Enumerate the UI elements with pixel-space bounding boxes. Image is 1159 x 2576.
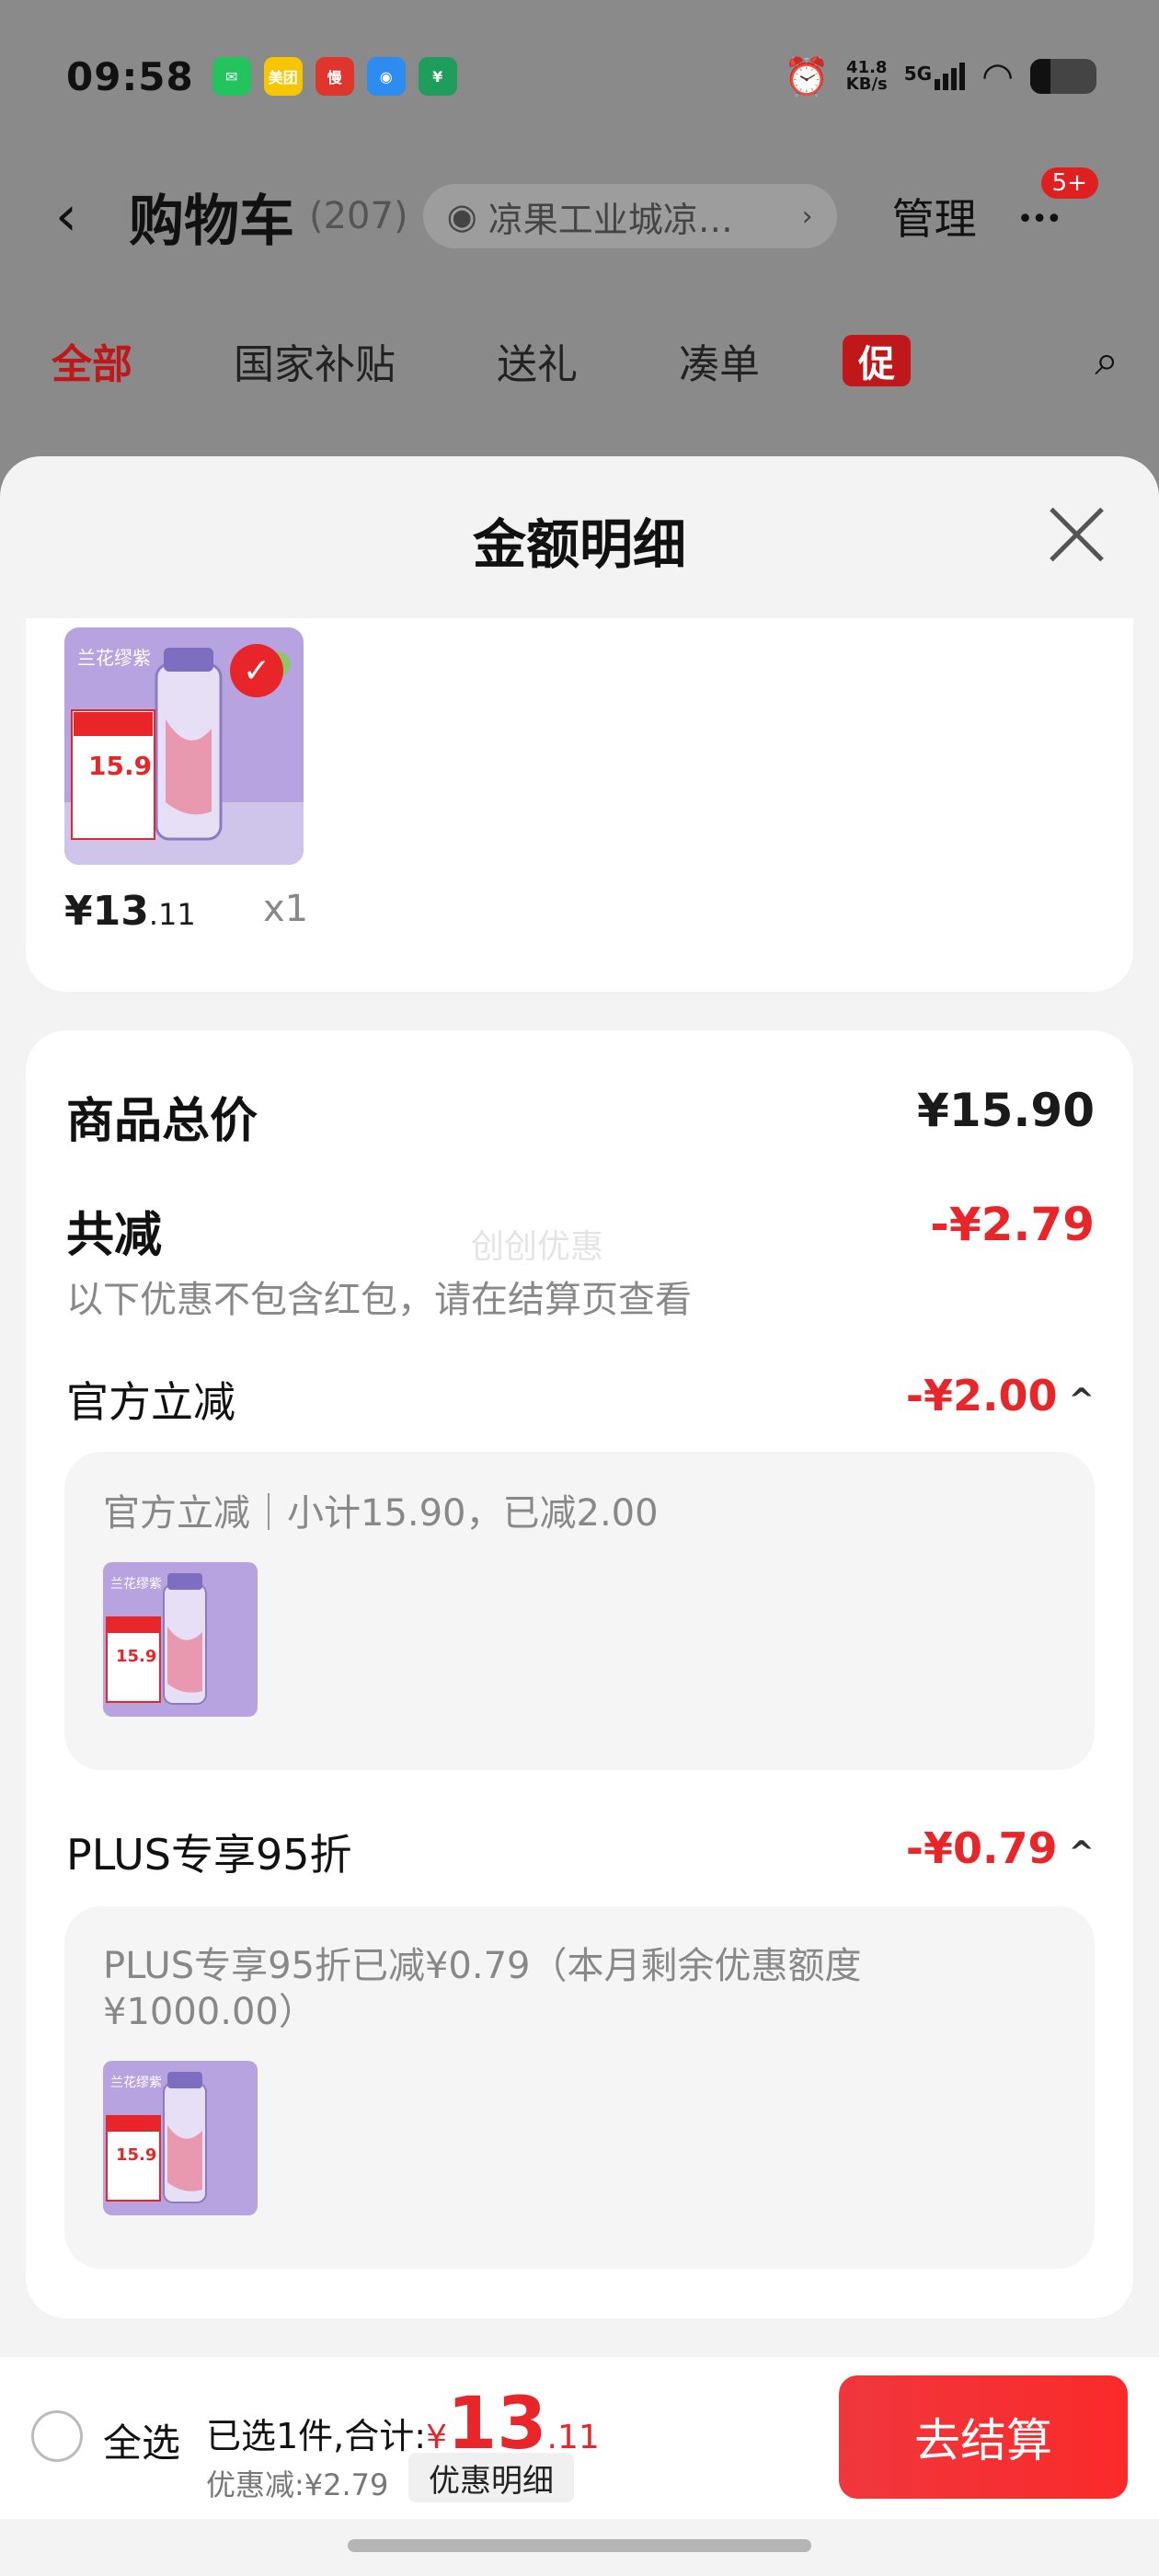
chevron-right-icon: › <box>801 200 813 233</box>
checkout-button[interactable]: 去结算 <box>839 2375 1128 2499</box>
discount-summary: 优惠减:¥2.79 <box>206 2467 389 2502</box>
close-icon[interactable] <box>1047 504 1107 565</box>
plus-discount-label: PLUS专享95折 <box>66 1830 352 1880</box>
plus-discount-product-thumb: 15.9 兰花缪紫 <box>103 2061 258 2215</box>
cart-header: ‹ 购物车 (207) ◉ 凉果工业城凉… › 管理 ••• 5+ <box>55 167 1104 258</box>
svg-text:兰花缪紫: 兰花缪紫 <box>110 1577 162 1592</box>
plus-discount-detail: PLUS专享95折已减¥0.79（本月剩余优惠额度 ¥1000.00） <box>103 1945 862 2033</box>
product-price: ¥13.11 <box>64 888 196 935</box>
wifi-icon: ◠ <box>981 55 1014 98</box>
wechat-icon: ✉ <box>212 57 251 96</box>
system-indicators: ⏰ 41.8 KB/s 5G ◠ <box>784 55 1096 98</box>
location-text: 凉果工业城凉… <box>488 199 733 240</box>
total-price-value: ¥15.90 <box>917 1084 1095 1137</box>
select-all-checkbox[interactable] <box>31 2410 83 2462</box>
manage-button[interactable]: 管理 <box>892 186 977 247</box>
total-price-label: 商品总价 <box>66 1094 258 1149</box>
alarm-icon: ⏰ <box>783 55 830 98</box>
order-summary: 已选1件,合计: ¥ 13 .11 <box>206 2383 600 2466</box>
status-time: 09:58 <box>66 53 194 99</box>
svg-text:15.9: 15.9 <box>116 2145 156 2165</box>
home-indicator[interactable] <box>348 2539 811 2552</box>
status-bar: 09:58 ✉ 美团慢 ◉ ¥ ⏰ 41.8 KB/s 5G ◠ <box>66 44 1096 109</box>
page-title: 购物车 <box>129 189 294 254</box>
total-reduction-label: 共减 <box>66 1208 163 1263</box>
search-icon[interactable]: ⌕ <box>1095 335 1119 386</box>
app-blue-icon: ◉ <box>366 57 406 96</box>
back-icon[interactable]: ‹ <box>55 184 110 248</box>
signal-icon: 5G <box>904 63 966 90</box>
product-selected-checkbox[interactable]: ✓ <box>230 644 283 697</box>
eye-icon: ◉ <box>446 196 477 236</box>
cart-tabs: 全部 国家补贴 送礼 凑单 促 ⌕ <box>52 324 1119 397</box>
svg-text:15.9: 15.9 <box>116 1647 156 1666</box>
tab-national-subsidy[interactable]: 国家补贴 <box>234 331 396 390</box>
svg-text:兰花缪紫: 兰花缪紫 <box>110 2076 162 2090</box>
more-menu-icon[interactable]: ••• 5+ <box>1017 167 1098 237</box>
plus-discount-toggle[interactable]: -¥0.79 ^ <box>736 1823 1095 1873</box>
sheet-title: 金额明细 <box>472 513 686 576</box>
total-reduction-value: -¥2.79 <box>930 1198 1095 1251</box>
message-badge: 5+ <box>1040 167 1098 199</box>
tab-combine-order[interactable]: 凑单 <box>679 331 760 390</box>
svg-text:兰花缪紫: 兰花缪紫 <box>77 647 151 669</box>
watermark: 创创优惠 <box>471 1228 604 1266</box>
location-selector[interactable]: ◉ 凉果工业城凉… › <box>422 184 837 248</box>
official-discount-product-thumb: 15.9 兰花缪紫 <box>103 1562 258 1717</box>
tab-gift[interactable]: 送礼 <box>497 331 578 390</box>
reduction-note: 以下优惠不包含红包，请在结算页查看 <box>66 1279 692 1321</box>
meituan-icon: 美团 <box>263 57 303 96</box>
chevron-up-icon: ^ <box>1068 1834 1096 1871</box>
chevron-up-icon: ^ <box>1068 1382 1096 1419</box>
official-discount-detail: 官方立减｜小计15.90，已减2.00 <box>103 1492 659 1535</box>
official-discount-toggle[interactable]: -¥2.00 ^ <box>736 1371 1095 1420</box>
official-discount-label: 官方立减 <box>66 1377 235 1427</box>
app-red-icon: 慢 <box>315 57 354 96</box>
discount-detail-button[interactable]: 优惠明细 <box>408 2453 574 2502</box>
bank-icon: ¥ <box>418 57 457 96</box>
select-all-label[interactable]: 全选 <box>103 2412 180 2468</box>
cart-count: (207) <box>309 195 408 237</box>
product-quantity: x1 <box>263 888 309 930</box>
svg-text:15.9: 15.9 <box>88 751 152 781</box>
network-speed: 41.8 KB/s <box>845 58 888 94</box>
tab-all[interactable]: 全部 <box>52 331 132 390</box>
total-amount: 13 <box>446 2383 547 2466</box>
battery-icon <box>1030 59 1096 94</box>
notification-app-icons: ✉ 美团慢 ◉ ¥ <box>212 57 457 96</box>
promo-tab[interactable]: 促 <box>843 335 911 386</box>
